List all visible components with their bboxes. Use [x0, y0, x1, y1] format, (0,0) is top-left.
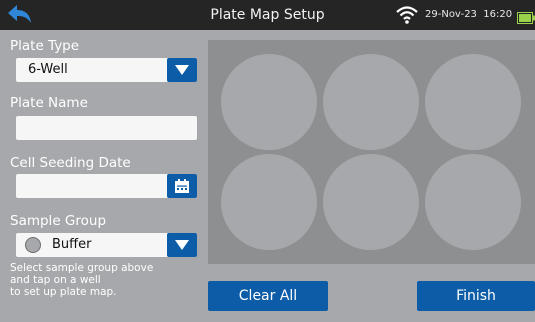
seeding-date-input[interactable] — [16, 174, 197, 198]
status-date: 29-Nov-23 — [425, 9, 477, 20]
seeding-date-label: Cell Seeding Date — [10, 155, 131, 171]
sample-group-color-swatch — [25, 237, 41, 253]
well-a2[interactable] — [323, 54, 419, 150]
plate-name-label: Plate Name — [10, 95, 88, 111]
plate-type-dropdown[interactable]: 6-Well — [16, 58, 197, 82]
plate-map — [208, 40, 535, 264]
sample-group-dropdown-button[interactable] — [167, 233, 197, 257]
finish-button[interactable]: Finish — [417, 281, 535, 311]
plate-type-label: Plate Type — [10, 38, 80, 54]
sample-group-label: Sample Group — [10, 213, 107, 229]
sample-group-dropdown[interactable]: Buffer — [16, 233, 197, 257]
plate-type-dropdown-button[interactable] — [167, 58, 197, 82]
top-bar: Plate Map Setup 29-Nov-23 16:20 — [0, 0, 535, 30]
plate-name-input[interactable] — [16, 116, 197, 140]
well-b1[interactable] — [221, 154, 317, 250]
instruction-text: Select sample group above and tap on a w… — [10, 262, 154, 298]
well-a1[interactable] — [221, 54, 317, 150]
calendar-icon — [175, 179, 189, 193]
well-b3[interactable] — [425, 154, 521, 250]
sample-group-value: Buffer — [52, 237, 92, 252]
clear-all-button[interactable]: Clear All — [208, 281, 328, 311]
chevron-down-icon — [175, 65, 189, 75]
battery-icon — [517, 9, 535, 24]
status-time: 16:20 — [483, 9, 513, 20]
plate-type-value: 6-Well — [28, 62, 68, 77]
well-a3[interactable] — [425, 54, 521, 150]
calendar-button[interactable] — [167, 174, 197, 198]
chevron-down-icon — [175, 240, 189, 250]
status-datetime: 29-Nov-23 16:20 — [425, 9, 512, 20]
well-b2[interactable] — [323, 154, 419, 250]
wifi-icon — [396, 5, 418, 25]
